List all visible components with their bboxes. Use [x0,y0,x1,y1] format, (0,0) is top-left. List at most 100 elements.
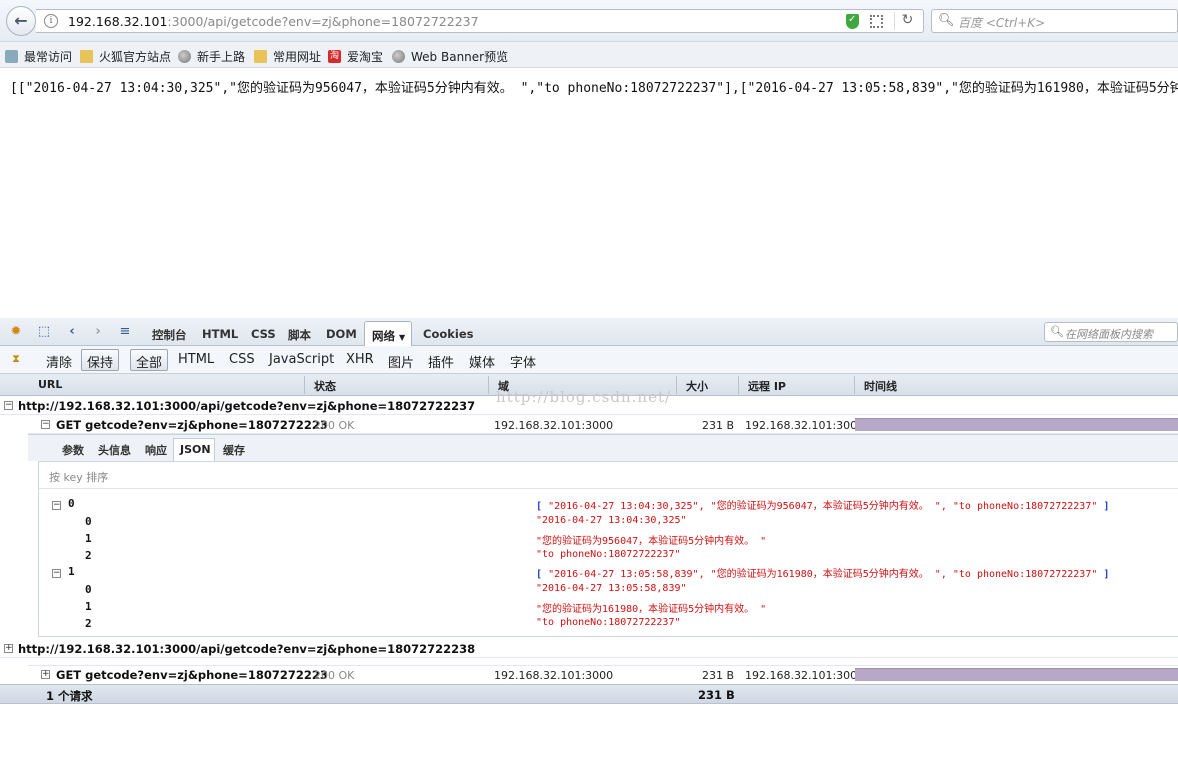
tab-response[interactable]: 响应 [145,442,167,458]
xhr-icon[interactable]: ⧗ [8,351,24,367]
column-divider[interactable] [676,376,677,394]
url-bar[interactable]: i 192.168.32.101:3000/api/getcode?env=zj… [36,9,924,33]
qr-code-icon[interactable] [870,15,883,28]
url-text[interactable]: 192.168.32.101:3000/api/getcode?env=zj&p… [68,14,479,29]
request-size: 231 B [702,419,735,432]
reload-icon[interactable]: ↻ [894,12,914,30]
json-key: 0 [85,515,92,528]
request-domain: 192.168.32.101:3000 [494,669,614,682]
bookmark-web-banner[interactable]: Web Banner预览 [392,47,508,65]
request-row[interactable]: − GET getcode?env=zj&phone=1807272223 20… [0,415,1178,434]
collapse-toggle-icon[interactable]: − [41,420,50,429]
filter-html[interactable]: HTML [178,352,214,367]
search-icon: 🔍︎ [1050,325,1064,338]
shield-icon[interactable] [846,14,859,29]
request-detail: 参数 头信息 响应 JSON 缓存 按 key 排序 − 0 [ "2016-0… [28,434,1178,638]
firebug-search-input[interactable]: 🔍︎ 在网络面板内搜索 [1044,322,1178,342]
bracket-close: ] [1103,569,1110,580]
json-key: 2 [85,549,92,562]
timeline-bar [855,418,1178,431]
filter-all-button[interactable]: 全部 [130,349,169,371]
collapse-toggle-icon[interactable]: − [4,401,13,410]
column-status[interactable]: 状态 [314,378,336,394]
json-array-summary: [ "2016-04-27 13:04:30,325", "您的验证码为9560… [536,497,1109,512]
expand-toggle-icon[interactable]: + [4,644,13,653]
clear-button[interactable]: 清除 [46,352,72,371]
tab-html[interactable]: HTML [202,327,238,341]
url-host: 192.168.32.101 [68,14,168,29]
filter-fonts[interactable]: 字体 [510,352,536,371]
json-key: 1 [85,532,92,545]
firebug-bug-icon[interactable]: ✹ [8,324,24,340]
column-timeline[interactable]: 时间线 [864,378,897,394]
url-path: :3000/api/getcode?env=zj&phone=180727222… [167,14,479,29]
bookmark-folder-icon [5,49,18,63]
json-key[interactable]: 1 [68,565,75,578]
column-divider[interactable] [738,376,739,394]
search-bar[interactable]: 🔍︎ 百度 <Ctrl+K> [931,9,1178,33]
request-row[interactable]: + GET getcode?env=zj&phone=1807272223 20… [0,665,1178,684]
back-chevron-icon[interactable]: ‹ [64,324,80,340]
request-url: GET getcode?env=zj&phone=1807272223 [56,668,328,682]
column-remote-ip[interactable]: 远程 IP [748,378,786,394]
json-value: "to phoneNo:18072722237" [536,617,681,628]
filter-media[interactable]: 媒体 [469,352,495,371]
json-key[interactable]: 0 [68,497,75,510]
json-array-summary: [ "2016-04-27 13:05:58,839", "您的验证码为1619… [536,565,1109,580]
column-divider[interactable] [854,376,855,394]
globe-icon [178,49,191,63]
bracket-open: [ [536,501,543,512]
filter-javascript[interactable]: JavaScript [269,352,334,367]
tab-params[interactable]: 参数 [62,442,84,458]
firebug-panel: ✹ ⬚ ‹ › ≡ 控制台 HTML CSS 脚本 DOM 网络 ▼ Cooki… [0,318,1178,774]
globe-icon [392,49,405,63]
page-group-title: http://192.168.32.101:3000/api/getcode?e… [18,399,476,413]
forward-chevron-icon[interactable]: › [90,324,106,340]
tab-cache[interactable]: 缓存 [223,442,245,458]
column-url[interactable]: URL [38,378,62,391]
tab-css[interactable]: CSS [251,327,276,341]
bookmarks-toolbar: 最常访问 火狐官方站点 新手上路 常用网址 淘爱淘宝 Web Banner预览 [0,42,1178,68]
page-response-text: [["2016-04-27 13:04:30,325","您的验证码为95604… [10,81,1178,96]
request-size: 231 B [702,669,735,682]
navigation-toolbar: ← i 192.168.32.101:3000/api/getcode?env=… [0,0,1178,42]
json-viewer: 按 key 排序 − 0 [ "2016-04-27 13:04:30,325"… [38,461,1178,637]
bookmark-firefox-site[interactable]: 火狐官方站点 [80,47,171,65]
site-info-icon[interactable]: i [44,14,58,28]
command-line-icon[interactable]: ≡ [117,324,133,340]
bookmark-getting-started[interactable]: 新手上路 [178,47,245,65]
bookmark-ai-taobao[interactable]: 淘爱淘宝 [328,47,383,65]
json-value: "2016-04-27 13:05:58,839" [536,583,687,594]
filter-xhr[interactable]: XHR [346,352,374,367]
json-key: 0 [85,583,92,596]
tab-json[interactable]: JSON [173,438,215,461]
filter-images[interactable]: 图片 [388,352,414,371]
sort-by-key-link[interactable]: 按 key 排序 [49,469,108,485]
filter-plugins[interactable]: 插件 [428,352,454,371]
column-divider[interactable] [488,376,489,394]
bookmark-label: 火狐官方站点 [99,49,172,64]
bookmark-most-visited[interactable]: 最常访问 [5,47,72,65]
persist-button[interactable]: 保持 [81,349,120,371]
bookmark-common-sites[interactable]: 常用网址 [254,47,321,65]
tab-script[interactable]: 脚本 [288,327,311,343]
json-key: 2 [85,617,92,630]
tab-console[interactable]: 控制台 [152,327,187,343]
column-divider[interactable] [304,376,305,394]
collapse-toggle-icon[interactable]: − [52,569,61,578]
back-button[interactable]: ← [6,6,36,36]
collapse-toggle-icon[interactable]: − [52,501,61,510]
tab-network[interactable]: 网络 ▼ [364,321,412,347]
inspect-element-icon[interactable]: ⬚ [36,324,52,340]
tab-headers[interactable]: 头信息 [98,442,131,458]
tab-dom[interactable]: DOM [326,327,357,341]
total-size: 231 B [698,688,735,702]
expand-toggle-icon[interactable]: + [41,670,50,679]
firebug-toolbar: ✹ ⬚ ‹ › ≡ 控制台 HTML CSS 脚本 DOM 网络 ▼ Cooki… [0,318,1178,347]
tab-cookies[interactable]: Cookies [423,327,473,341]
page-group-row[interactable]: + http://192.168.32.101:3000/api/getcode… [0,640,1178,658]
search-icon: 🔍︎ [938,13,955,28]
filter-css[interactable]: CSS [229,352,255,367]
request-remote-ip: 192.168.32.101:3000 [745,419,865,432]
column-size[interactable]: 大小 [686,378,708,394]
